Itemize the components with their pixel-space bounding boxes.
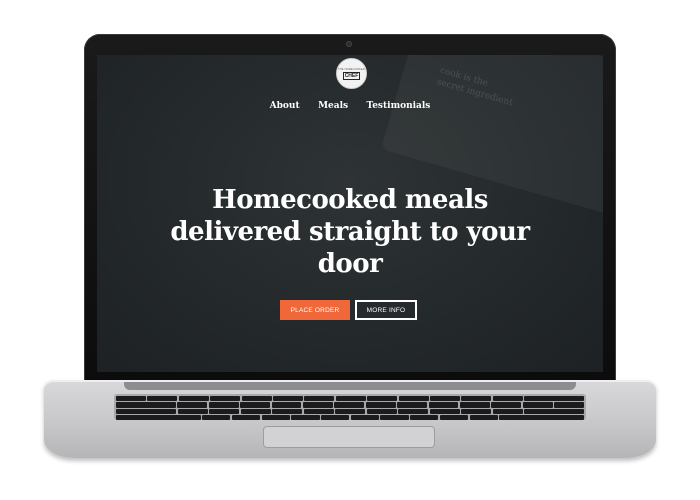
nav-item-meals[interactable]: Meals (318, 101, 348, 111)
site-logo[interactable]: THE HOMECOOKED CHEF (336, 58, 367, 89)
hero-headline-line3: door (317, 249, 383, 279)
laptop-keyboard (114, 394, 586, 421)
logo-top-text: THE HOMECOOKED (338, 67, 365, 71)
logo-mid-text: CHEF (342, 71, 361, 80)
laptop-hinge (124, 382, 576, 390)
hero-headline-line2: delivered straight to your (170, 217, 530, 247)
more-info-button[interactable]: MORE INFO (355, 300, 417, 320)
hero-headline: Homecooked meals delivered straight to y… (97, 184, 603, 280)
laptop-trackpad (263, 426, 435, 448)
nav-item-testimonials[interactable]: Testimonials (367, 101, 431, 111)
hero-headline-line1: Homecooked meals (212, 185, 488, 215)
laptop-screen: cook is the secret ingredient THE HOMECO… (97, 55, 603, 372)
webcam (346, 41, 352, 47)
nav-item-about[interactable]: About (270, 101, 300, 111)
place-order-button[interactable]: PLACE ORDER (280, 300, 350, 320)
main-nav: About Meals Testimonials (97, 95, 603, 113)
